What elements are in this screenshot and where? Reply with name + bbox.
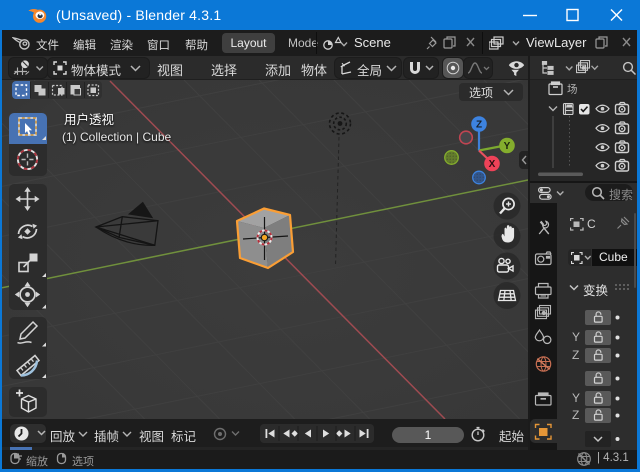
svg-text:场: 场 <box>567 83 578 96</box>
svg-text:Z: Z <box>572 348 579 362</box>
svg-text:Z: Z <box>572 408 579 422</box>
svg-text:Y: Y <box>572 391 580 405</box>
svg-text:Z: Z <box>476 120 482 131</box>
svg-text:Y: Y <box>572 330 580 344</box>
svg-text:Y: Y <box>504 141 511 152</box>
svg-text:X: X <box>489 159 496 170</box>
